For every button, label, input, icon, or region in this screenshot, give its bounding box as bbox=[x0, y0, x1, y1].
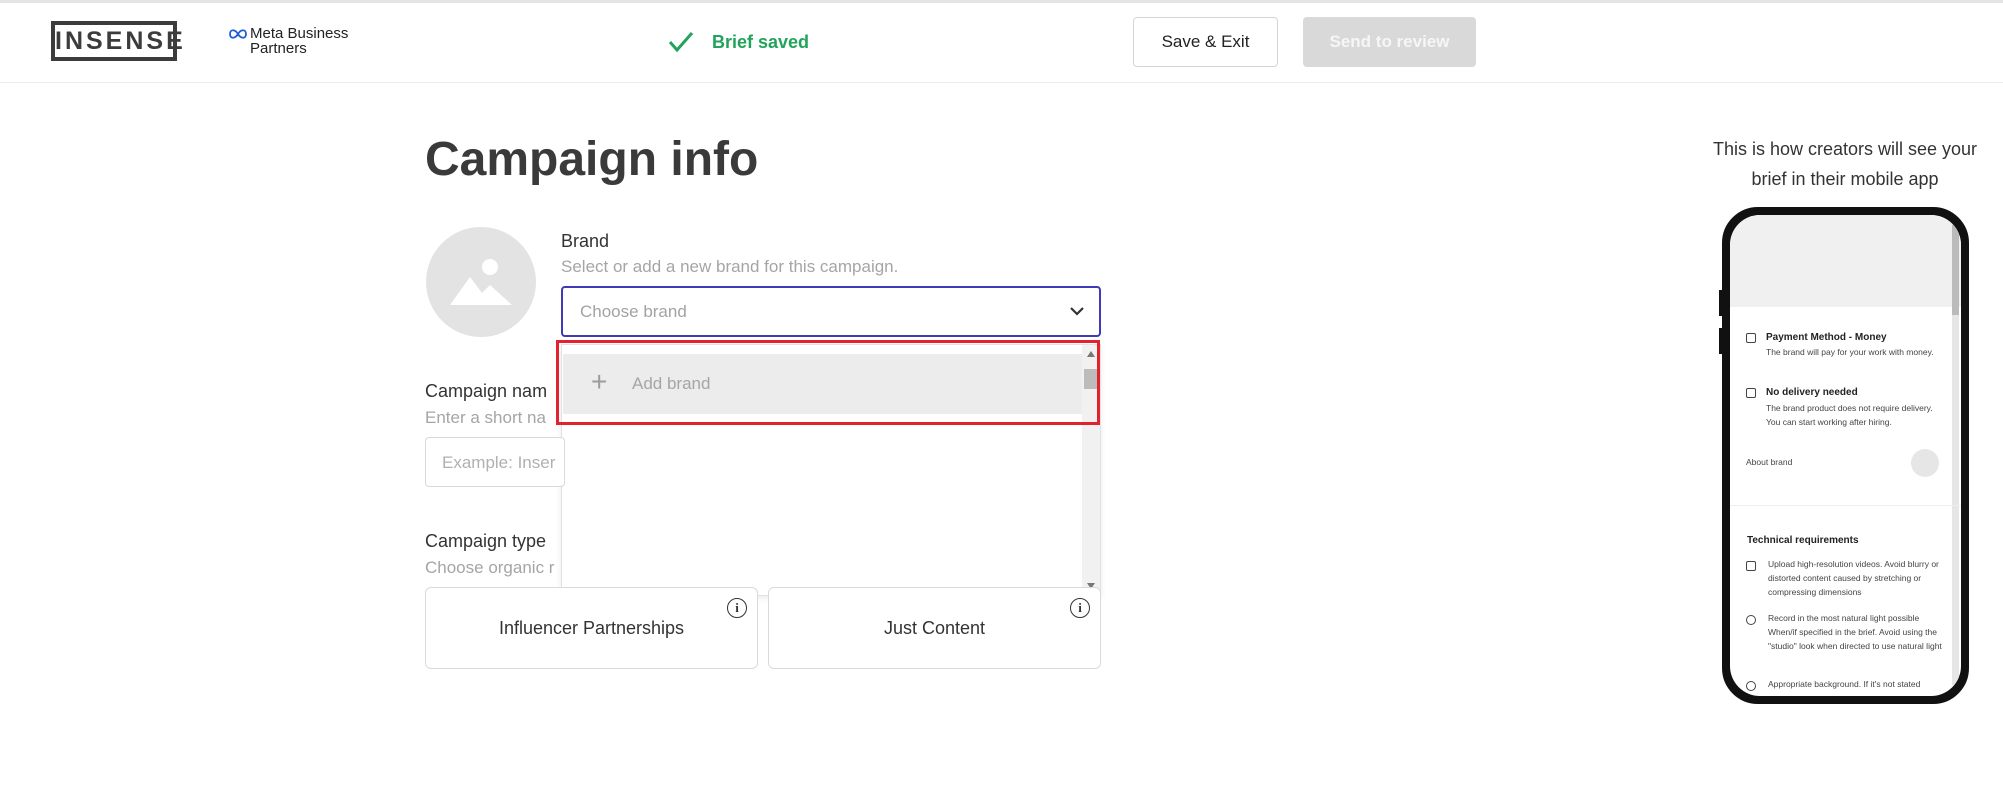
phone-screen: Payment Method - Money The brand will pa… bbox=[1730, 215, 1961, 696]
brand-label: Brand bbox=[561, 231, 610, 251]
campaign-name-input[interactable]: Example: Inser bbox=[425, 437, 565, 487]
preview-item-title: No delivery needed bbox=[1766, 387, 1858, 398]
hd-icon bbox=[1746, 561, 1756, 571]
campaign-name-placeholder: Example: Inser bbox=[442, 453, 556, 472]
preview-caption: This is how creators will see your brief… bbox=[1712, 139, 1978, 189]
preview-scrollbar[interactable] bbox=[1952, 225, 1959, 685]
brand-select[interactable]: Choose brand bbox=[561, 286, 1101, 337]
add-brand-option[interactable]: + Add brand bbox=[563, 354, 1082, 414]
meta-infinity-icon bbox=[229, 29, 247, 39]
dropdown-scrollbar[interactable] bbox=[1082, 345, 1100, 595]
partner-line2: Partners bbox=[250, 40, 307, 57]
insense-logo[interactable]: INSENSE bbox=[51, 21, 183, 61]
chevron-down-icon bbox=[1070, 307, 1084, 316]
preview-item-text: The brand product does not require deliv… bbox=[1766, 403, 1933, 427]
tech-requirement-text: Record in the most natural light possibl… bbox=[1768, 613, 1942, 651]
campaign-name-label: Campaign nam bbox=[425, 381, 548, 401]
check-icon bbox=[668, 32, 694, 53]
page-title: Campaign info bbox=[425, 133, 759, 186]
preview-cover-image bbox=[1730, 215, 1961, 307]
preview-item-title: Payment Method - Money bbox=[1766, 332, 1887, 343]
preview-divider bbox=[1730, 505, 1961, 506]
phone-side-button bbox=[1719, 328, 1722, 354]
brand-logo-upload[interactable] bbox=[426, 227, 536, 337]
image-placeholder-icon bbox=[450, 259, 512, 305]
scroll-up-icon[interactable] bbox=[1087, 351, 1095, 357]
technical-requirements-heading: Technical requirements bbox=[1747, 535, 1859, 546]
preview-item-text: The brand will pay for your work with mo… bbox=[1766, 347, 1934, 357]
campaign-name-hint: Enter a short na bbox=[425, 408, 546, 427]
no-delivery-icon bbox=[1746, 388, 1756, 398]
tech-requirement-text: Upload high-resolution videos. Avoid blu… bbox=[1768, 559, 1939, 597]
brand-select-placeholder: Choose brand bbox=[580, 302, 687, 321]
campaign-type-hint: Choose organic r bbox=[425, 558, 555, 577]
brand-dropdown: + Add brand bbox=[561, 344, 1101, 596]
header: INSENSE Meta Business Partners Brief sav… bbox=[0, 3, 2003, 83]
phone-side-button bbox=[1719, 290, 1722, 316]
campaign-type-just-content[interactable]: Just Content i bbox=[768, 587, 1101, 669]
preview-scroll-thumb[interactable] bbox=[1952, 225, 1959, 315]
sun-icon bbox=[1746, 615, 1756, 625]
scroll-thumb[interactable] bbox=[1084, 369, 1098, 389]
campaign-type-option-label: Just Content bbox=[883, 618, 986, 638]
about-brand-label: About brand bbox=[1746, 457, 1793, 467]
campaign-type-influencer-partnerships[interactable]: Influencer Partnerships i bbox=[425, 587, 758, 669]
brand-hint: Select or add a new brand for this campa… bbox=[561, 257, 899, 276]
tech-requirement-text: Appropriate background. If it's not stat… bbox=[1768, 679, 1921, 689]
phone-preview: Payment Method - Money The brand will pa… bbox=[1722, 207, 1969, 704]
money-icon bbox=[1746, 333, 1756, 343]
send-to-review-button[interactable]: Send to review bbox=[1303, 17, 1476, 67]
campaign-type-option-label: Influencer Partnerships bbox=[498, 618, 685, 638]
info-icon[interactable]: i bbox=[1070, 598, 1090, 618]
plus-icon: + bbox=[591, 366, 608, 397]
campaign-type-label: Campaign type bbox=[425, 531, 547, 551]
info-icon[interactable]: i bbox=[727, 598, 747, 618]
save-exit-button[interactable]: Save & Exit bbox=[1133, 17, 1278, 67]
status-text: Brief saved bbox=[712, 32, 810, 52]
background-icon bbox=[1746, 681, 1756, 691]
add-brand-label: Add brand bbox=[632, 374, 711, 393]
brand-avatar-icon bbox=[1911, 449, 1939, 477]
